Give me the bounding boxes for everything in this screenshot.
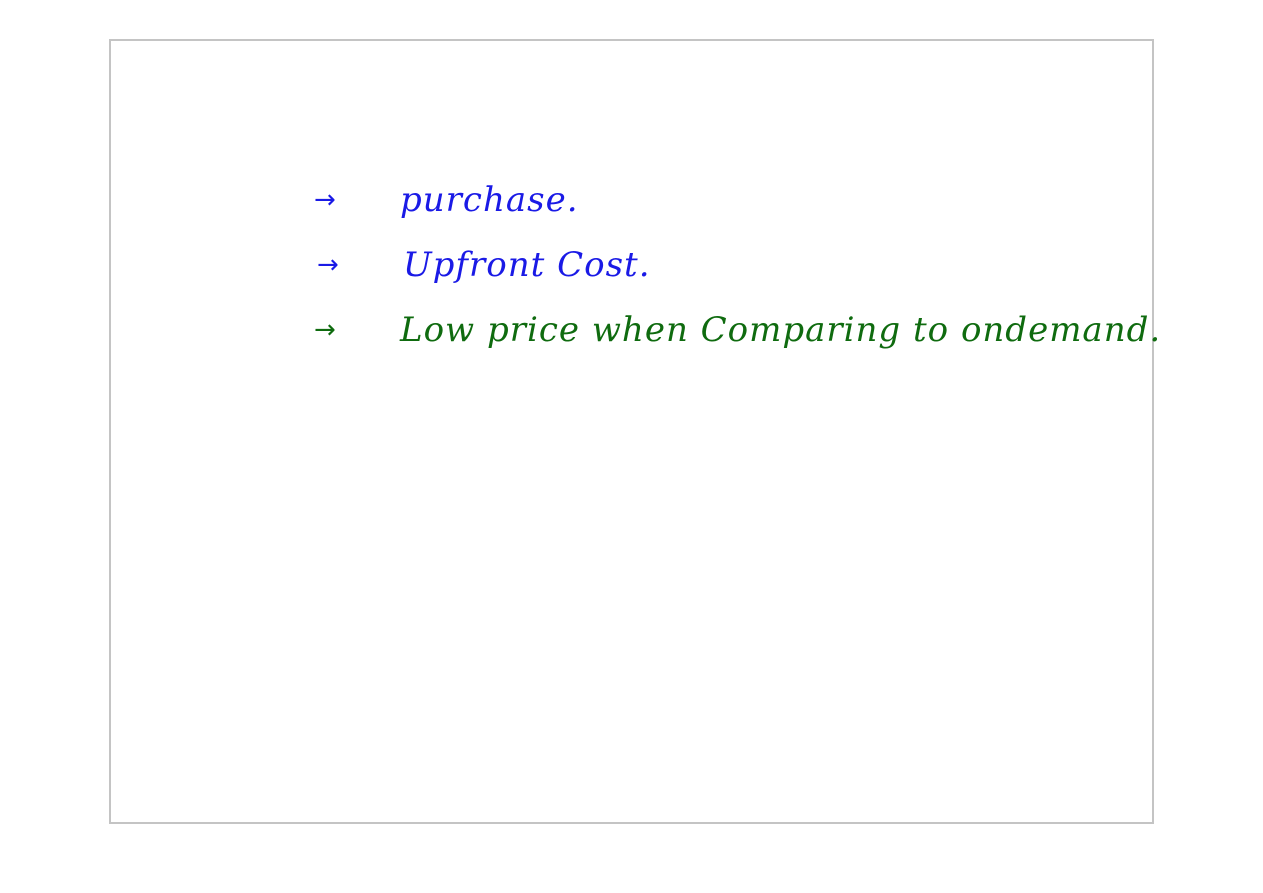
note-line-upfront-cost: → Upfront Cost. [317,246,651,282]
whiteboard-page: → purchase. → Upfront Cost. → Low price whe… [109,39,1160,824]
arrow-bullet-icon: → [314,185,337,215]
note-text: Upfront Cost. [403,245,651,285]
arrow-bullet-icon: → [317,250,340,280]
note-line-purchase: → purchase. [314,181,579,217]
note-line-low-price: → Low price when Comparing to ondemand. [314,311,1161,347]
note-text: purchase. [400,180,579,220]
arrow-bullet-icon: → [314,315,337,345]
note-text: Low price when Comparing to ondemand. [400,310,1162,350]
